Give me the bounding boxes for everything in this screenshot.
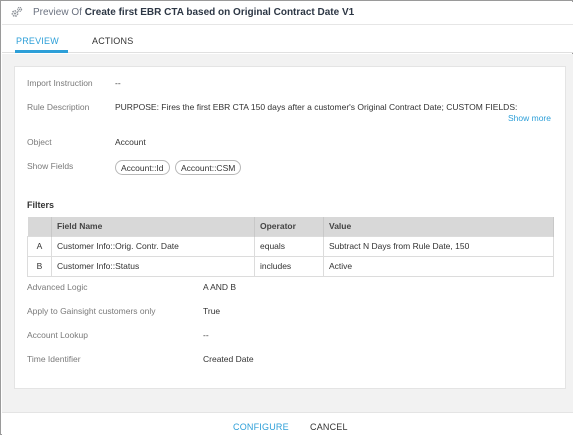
gainsight-only-value: True <box>203 306 221 316</box>
operator-header: Operator <box>254 217 324 236</box>
field-chip: Account::CSM <box>175 160 242 175</box>
filters-heading: Filters <box>27 200 55 210</box>
time-identifier-value: Created Date <box>203 354 254 364</box>
dialog-title-prefix: Preview Of <box>33 7 82 18</box>
filter-value: Subtract N Days from Rule Date, 150 <box>323 235 554 257</box>
object-value: Account <box>115 137 146 147</box>
preview-dialog: Preview Of Create first EBR CTA based on… <box>0 0 573 435</box>
table-row: B Customer Info::Status includes Active <box>27 255 554 277</box>
configure-button[interactable]: CONFIGURE <box>233 422 289 432</box>
rule-details-card: Import Instruction -- Rule Description P… <box>14 66 566 389</box>
rule-description-value: PURPOSE: Fires the first EBR CTA 150 day… <box>115 102 518 112</box>
table-row: A Customer Info::Orig. Contr. Date equal… <box>27 235 554 257</box>
tab-bar: PREVIEW ACTIONS <box>2 24 573 53</box>
rule-description-label: Rule Description <box>27 102 90 112</box>
rule-name: Create first EBR CTA based on Original C… <box>84 7 355 18</box>
filters-table: Field Name Operator Value A Customer Inf… <box>27 217 554 277</box>
active-tab-indicator <box>15 50 68 53</box>
tab-preview[interactable]: PREVIEW <box>16 36 59 46</box>
import-instruction-value: -- <box>115 78 121 88</box>
filter-field: Customer Info::Status <box>51 255 255 277</box>
dialog-title: Preview Of Create first EBR CTA based on… <box>33 7 354 18</box>
filter-letter: B <box>27 255 52 277</box>
time-identifier-label: Time Identifier <box>27 354 81 364</box>
field-name-header: Field Name <box>51 217 255 236</box>
gears-icon <box>11 6 23 17</box>
account-lookup-label: Account Lookup <box>27 330 88 340</box>
tab-actions[interactable]: ACTIONS <box>92 36 133 46</box>
filter-field: Customer Info::Orig. Contr. Date <box>51 235 255 257</box>
value-header: Value <box>323 217 554 236</box>
filter-operator: equals <box>254 235 324 257</box>
dialog-footer: CONFIGURE CANCEL <box>2 412 573 435</box>
filter-operator: includes <box>254 255 324 277</box>
dialog-title-bar: Preview Of Create first EBR CTA based on… <box>2 2 573 24</box>
import-instruction-label: Import Instruction <box>27 78 93 88</box>
filter-letter-header <box>27 217 52 236</box>
advanced-logic-label: Advanced Logic <box>27 282 88 292</box>
gainsight-only-label: Apply to Gainsight customers only <box>27 306 156 316</box>
filters-table-header: Field Name Operator Value <box>27 217 554 236</box>
advanced-logic-value: A AND B <box>203 282 237 292</box>
cancel-button[interactable]: CANCEL <box>310 422 348 432</box>
preview-body: Import Instruction -- Rule Description P… <box>2 54 573 412</box>
object-label: Object <box>27 137 52 147</box>
field-chip: Account::Id <box>115 160 170 175</box>
show-fields-label: Show Fields <box>27 161 74 171</box>
filter-letter: A <box>27 235 52 257</box>
account-lookup-value: -- <box>203 330 209 340</box>
show-more-link[interactable]: Show more <box>508 113 551 123</box>
filter-value: Active <box>323 255 554 277</box>
